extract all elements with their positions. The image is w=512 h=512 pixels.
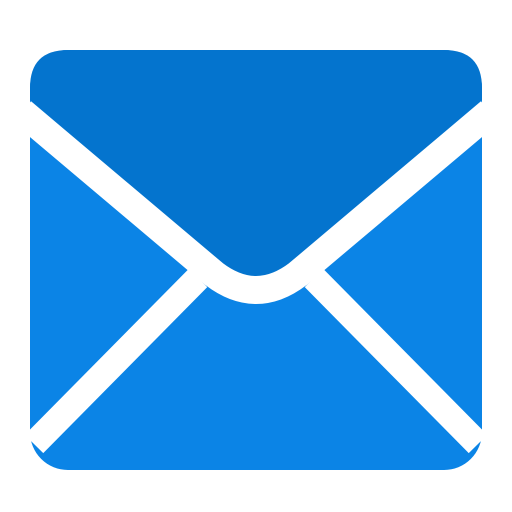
mail-icon (0, 0, 512, 512)
app-icon-canvas (0, 0, 512, 512)
mail-icon-graphic (12, 50, 500, 470)
